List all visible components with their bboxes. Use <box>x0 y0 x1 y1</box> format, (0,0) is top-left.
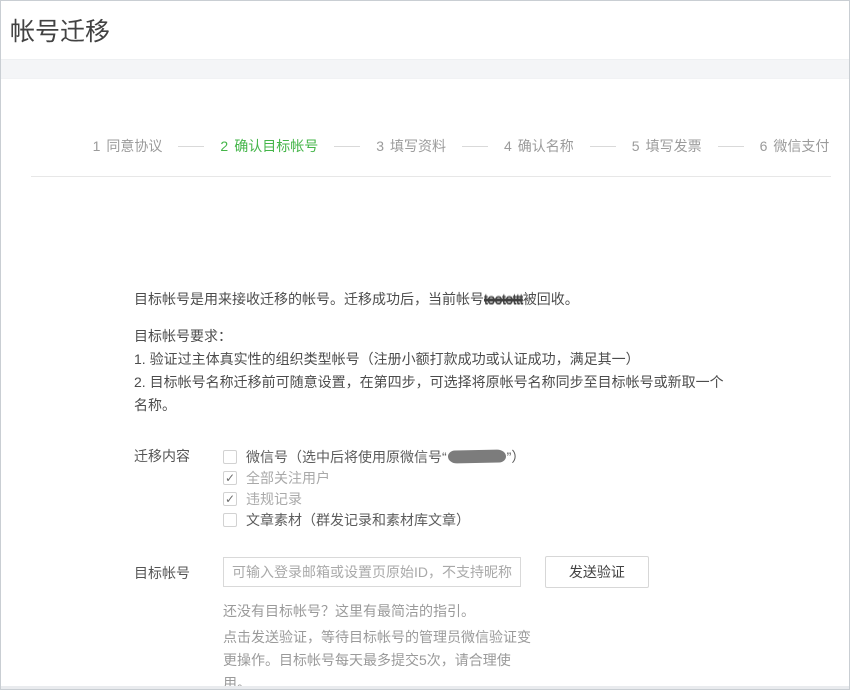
send-verification-button[interactable]: 发送验证 <box>545 556 649 588</box>
intro-before: 目标帐号是用来接收迁移的帐号。迁移成功后，当前帐号 <box>134 291 484 307</box>
redacted-current-account: tootottt <box>484 291 523 307</box>
step-number: 5 <box>632 138 640 154</box>
step-5-fill-invoice: 5 填写发票 <box>632 136 702 156</box>
step-separator <box>462 146 488 147</box>
target-account-label: 目标帐号 <box>134 556 223 690</box>
checkbox-unchecked-icon[interactable] <box>223 450 237 464</box>
page-header: 帐号迁移 <box>1 1 849 59</box>
option-all-followers: ✓ 全部关注用户 <box>223 467 525 488</box>
option-article-material[interactable]: 文章素材（群发记录和素材库文章） <box>223 509 525 530</box>
target-account-field-group: 发送验证 还没有目标帐号？这里有最简洁的指引。 点击发送验证，等待目标帐号的管理… <box>223 556 649 690</box>
page-title: 帐号迁移 <box>10 18 110 46</box>
step-separator <box>178 146 204 147</box>
bottom-edge <box>1 686 849 689</box>
step-separator <box>718 146 744 147</box>
step-1-agree-protocol: 1 同意协议 <box>93 136 163 156</box>
requirement-item-2: 2. 目标帐号名称迁移前可随意设置，在第四步，可选择将原帐号名称同步至目标帐号或… <box>134 371 732 417</box>
requirements-title: 目标帐号要求： <box>134 325 849 348</box>
step-label: 确认目标帐号 <box>234 136 318 156</box>
migrate-content-label: 迁移内容 <box>134 446 223 530</box>
option-violation-records: ✓ 违规记录 <box>223 488 525 509</box>
migrate-options: 微信号（选中后将使用原微信号“”） ✓ 全部关注用户 ✓ 违规记录 文章素材（群… <box>223 446 525 530</box>
step-label: 确认名称 <box>518 136 574 156</box>
steps-bottom-divider <box>31 176 831 177</box>
step-number: 2 <box>220 138 228 154</box>
checkbox-checked-icon: ✓ <box>223 492 237 506</box>
migrate-content-row: 迁移内容 微信号（选中后将使用原微信号“”） ✓ 全部关注用户 ✓ 违规记录 文… <box>134 446 849 530</box>
step-label: 微信支付 <box>773 136 829 156</box>
requirement-item-1: 1. 验证过主体真实性的组织类型帐号（注册小额打款成功或认证成功，满足其一） <box>134 348 732 371</box>
verification-note: 点击发送验证，等待目标帐号的管理员微信验证变更操作。目标帐号每天最多提交5次，请… <box>223 626 531 690</box>
step-2-confirm-target-account: 2 确认目标帐号 <box>220 136 318 156</box>
step-label: 填写发票 <box>646 136 702 156</box>
content-body: 目标帐号是用来接收迁移的帐号。迁移成功后，当前帐号tootottt被回收。 目标… <box>1 288 849 690</box>
step-3-fill-info: 3 填写资料 <box>376 136 446 156</box>
step-4-confirm-name: 4 确认名称 <box>504 136 574 156</box>
no-account-hint: 还没有目标帐号？这里有最简洁的指引。 <box>223 601 649 621</box>
redacted-wechat-id <box>448 449 506 463</box>
target-account-input[interactable] <box>223 557 521 587</box>
option-label: 全部关注用户 <box>246 468 330 488</box>
guide-link[interactable]: 这里有最简洁的指引 <box>335 603 461 619</box>
step-indicator: 1 同意协议 2 确认目标帐号 3 填写资料 4 确认名称 5 填写发票 6 微… <box>1 136 849 156</box>
step-separator <box>590 146 616 147</box>
step-6-wechat-pay: 6 微信支付 <box>760 136 830 156</box>
target-account-row: 目标帐号 发送验证 还没有目标帐号？这里有最简洁的指引。 点击发送验证，等待目标… <box>134 556 849 690</box>
step-label: 同意协议 <box>106 136 162 156</box>
step-number: 1 <box>93 138 101 154</box>
option-label: 微信号（选中后将使用原微信号“”） <box>246 447 525 467</box>
step-number: 6 <box>760 138 768 154</box>
checkbox-unchecked-icon[interactable] <box>223 513 237 527</box>
intro-text: 目标帐号是用来接收迁移的帐号。迁移成功后，当前帐号tootottt被回收。 <box>134 288 849 310</box>
step-label: 填写资料 <box>390 136 446 156</box>
step-number: 4 <box>504 138 512 154</box>
option-label: 违规记录 <box>246 489 302 509</box>
header-divider-band <box>1 59 849 79</box>
account-migration-page: 帐号迁移 1 同意协议 2 确认目标帐号 3 填写资料 4 确认名称 5 填写发… <box>0 0 850 690</box>
checkbox-checked-icon: ✓ <box>223 471 237 485</box>
option-wechat-id[interactable]: 微信号（选中后将使用原微信号“”） <box>223 446 525 467</box>
step-separator <box>334 146 360 147</box>
input-button-line: 发送验证 <box>223 556 649 588</box>
intro-after: 被回收。 <box>523 291 579 307</box>
option-label: 文章素材（群发记录和素材库文章） <box>246 510 470 530</box>
step-number: 3 <box>376 138 384 154</box>
